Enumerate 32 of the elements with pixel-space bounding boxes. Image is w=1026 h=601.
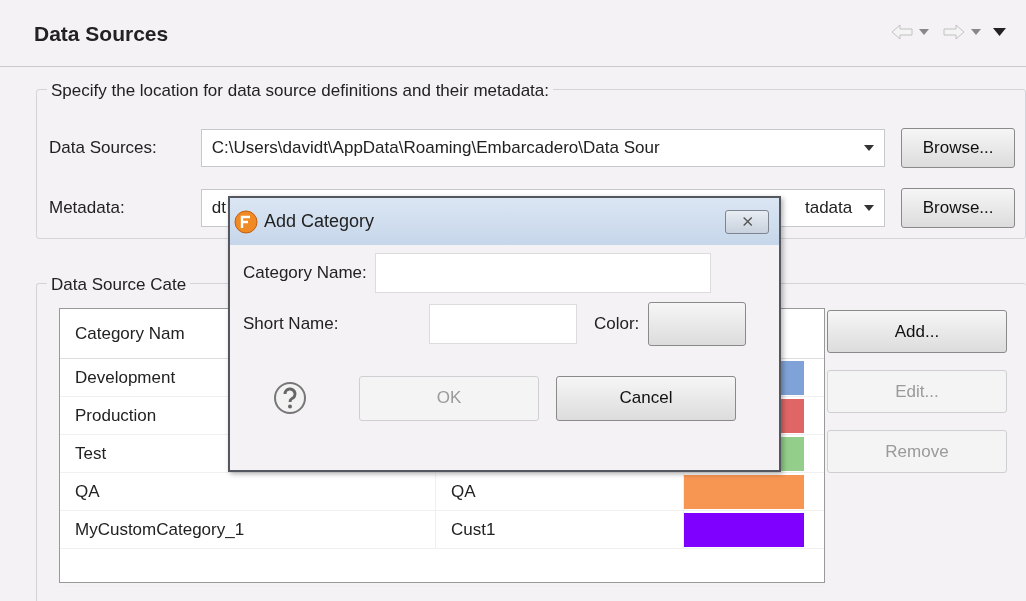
table-cell-text: MyCustomCategory_1 [75, 518, 245, 541]
field-label: Data Sources: [49, 137, 158, 160]
field-label: Metadata: [49, 197, 126, 220]
browse-button[interactable]: Browse... [901, 188, 1015, 228]
short-name-field[interactable] [429, 303, 577, 344]
field-value: dt [211, 197, 226, 220]
table-cell-text: Cust1 [451, 518, 496, 541]
close-button[interactable]: ⨯ [725, 209, 769, 234]
field-label: Color: [594, 312, 640, 335]
view-menu-icon[interactable] [993, 28, 1006, 36]
field-label: Short Name: [243, 312, 340, 335]
view-title: Data Sources [34, 21, 169, 47]
category-name-field[interactable] [375, 253, 712, 293]
dropdown-caret-icon[interactable] [864, 145, 875, 151]
field-value: tadata [804, 197, 853, 220]
table-cell-text: QA [451, 480, 476, 503]
dropdown-caret-icon[interactable] [864, 205, 875, 211]
cancel-button[interactable]: Cancel [556, 375, 736, 421]
table-cell-text: Production [75, 404, 157, 427]
help-icon[interactable] [273, 381, 307, 415]
add-button[interactable]: Add... [827, 310, 1007, 353]
table-cell-text: Test [75, 442, 107, 465]
browse-button[interactable]: Browse... [901, 128, 1015, 168]
path-combo-field[interactable]: C:\Users\davidt\AppData\Roaming\Embarcadero\Data Sour [200, 129, 886, 167]
color-picker-button[interactable] [647, 301, 746, 346]
field-value: C:\Users\davidt\AppData\Roaming\Embarcadero\Data Sour [211, 137, 660, 160]
field-label: Category Name: [243, 262, 367, 285]
table-cell-text: Development [75, 366, 176, 389]
table-cell-text: QA [75, 480, 100, 503]
column-header[interactable]: Category Nam [75, 320, 185, 347]
dialog-title: Add Category [264, 210, 375, 233]
app-logo-icon [234, 209, 258, 234]
